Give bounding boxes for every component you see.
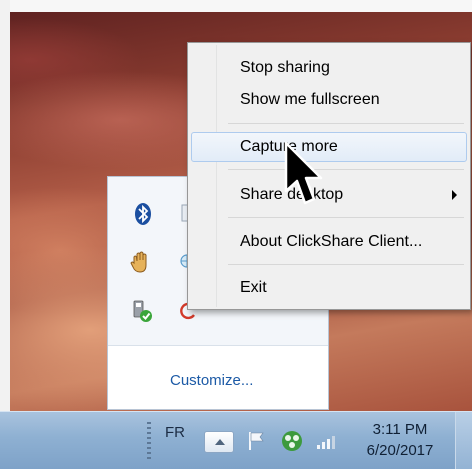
mouse-cursor-icon (284, 141, 323, 205)
clock-date: 6/20/2017 (366, 442, 434, 459)
customize-link[interactable]: Customize... (170, 372, 253, 389)
menu-item-capture-more[interactable]: Capture more (191, 132, 467, 162)
hand-icon[interactable] (128, 249, 154, 275)
top-edge (0, 0, 472, 12)
menu-item-show-fullscreen[interactable]: Show me fullscreen (191, 85, 467, 115)
menu-item-share-desktop[interactable]: Share desktop (191, 180, 467, 210)
menu-separator (228, 123, 464, 124)
signal-bars-icon[interactable] (313, 428, 339, 454)
menu-separator (228, 264, 464, 265)
taskbar-clock[interactable]: 3:11 PM 6/20/2017 (360, 420, 440, 462)
taskbar-grip[interactable] (147, 422, 151, 460)
menu-item-exit[interactable]: Exit (191, 273, 467, 303)
menu-item-label: Show me fullscreen (240, 91, 380, 108)
menu-separator (228, 217, 464, 218)
menu-separator (228, 169, 464, 170)
panel-separator (108, 345, 328, 346)
bluetooth-icon[interactable] (130, 201, 156, 227)
menu-item-stop-sharing[interactable]: Stop sharing (191, 53, 467, 83)
language-indicator[interactable]: FR (165, 424, 185, 441)
chevron-up-icon (215, 439, 225, 445)
show-hidden-icons-button[interactable] (204, 431, 234, 453)
menu-item-label: Stop sharing (240, 59, 330, 76)
menu-item-label: About ClickShare Client... (240, 233, 423, 250)
submenu-arrow-icon (452, 190, 457, 200)
show-desktop-button[interactable] (455, 412, 472, 469)
clock-time: 3:11 PM (372, 421, 428, 438)
menu-item-about[interactable]: About ClickShare Client... (191, 227, 467, 257)
clickshare-icon[interactable] (279, 428, 305, 454)
action-center-flag-icon[interactable] (244, 428, 270, 454)
menu-item-label: Exit (240, 279, 267, 296)
context-menu: Stop sharing Show me fullscreen Capture … (187, 42, 471, 310)
usb-safely-remove-icon[interactable] (129, 298, 155, 324)
taskbar: FR 3:11 PM 6/20/2017 (0, 411, 472, 469)
left-edge (0, 0, 10, 411)
